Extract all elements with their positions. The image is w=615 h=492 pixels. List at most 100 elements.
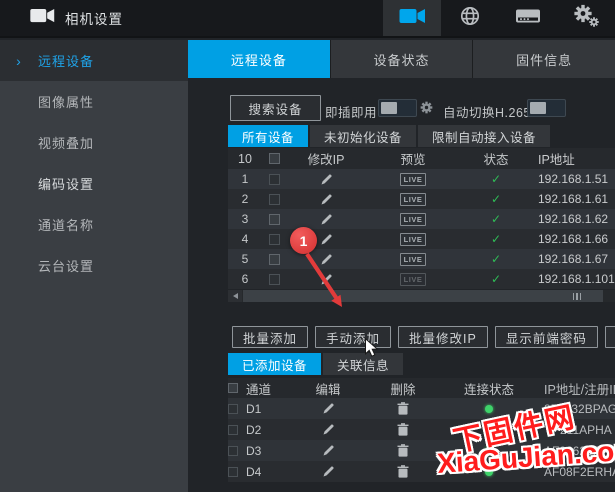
delete-trash-icon[interactable] (364, 402, 442, 415)
search-device-button[interactable]: 搜索设备 (230, 95, 321, 121)
titlebar-nav (383, 0, 615, 36)
step-annotation-badge: 1 (290, 227, 317, 254)
select-all-checkbox[interactable] (268, 153, 280, 164)
sidebar-item-ptz-settings[interactable]: 云台设置 (0, 245, 188, 286)
edit-icon[interactable] (292, 402, 364, 415)
network-globe-icon (458, 4, 482, 33)
table-header: 10 修改IP 预览 状态 IP地址 (228, 148, 615, 169)
device-list-tabs: 所有设备 未初始化设备 限制自动接入设备 (228, 125, 552, 147)
nav-storage-button[interactable] (499, 0, 557, 36)
col-modify-ip: 修改IP (307, 153, 345, 167)
col-status: 状态 (483, 153, 509, 167)
delete-trash-icon[interactable] (364, 465, 442, 478)
edit-icon[interactable] (292, 423, 364, 436)
edit-ip-icon[interactable] (286, 273, 366, 286)
batch-add-button[interactable]: 批量添加 (232, 326, 309, 348)
edit-ip-icon[interactable] (286, 193, 366, 206)
tab-linked-info[interactable]: 关联信息 (323, 353, 404, 375)
horizontal-scrollbar[interactable] (228, 290, 615, 302)
status-check-icon: ✓ (490, 232, 502, 246)
live-preview-button[interactable]: LIVE (399, 192, 427, 206)
tab-device-status[interactable]: 设备状态 (330, 40, 474, 78)
device-count: 10 (238, 151, 252, 166)
plug-and-play-label: 即插即用 (325, 106, 378, 120)
tab-remote-device[interactable]: 远程设备 (188, 40, 331, 78)
sidebar-item-image-properties[interactable]: 图像属性 (0, 81, 188, 122)
nav-network-button[interactable] (441, 0, 499, 36)
select-all-checkbox[interactable] (228, 383, 238, 393)
live-preview-button[interactable]: LIVE (399, 232, 427, 246)
row-checkbox[interactable] (228, 403, 238, 414)
status-check-icon: ✓ (490, 272, 502, 286)
col-preview: 预览 (400, 153, 426, 167)
ip-address: 192.168.1.101 (538, 272, 615, 286)
tab-uninitialized-devices[interactable]: 未初始化设备 (310, 125, 417, 147)
camera-login-button[interactable]: 相机登录 (604, 326, 615, 348)
edit-icon[interactable] (292, 444, 364, 457)
ip-address: 192.168.1.61 (538, 192, 609, 206)
table-header: 通道 编辑 删除 连接状态 IP地址/注册ID (228, 378, 615, 398)
live-preview-button[interactable]: LIVE (399, 212, 427, 226)
live-preview-button[interactable]: LIVE (399, 252, 427, 266)
sidebar-item-channel-name[interactable]: 通道名称 (0, 204, 188, 245)
scrollbar-thumb[interactable] (243, 290, 603, 302)
online-status-dot (485, 404, 493, 413)
auto-h265-toggle[interactable] (527, 99, 566, 117)
online-status-dot (485, 425, 493, 434)
plug-and-play-toggle[interactable] (378, 99, 417, 117)
live-preview-button[interactable]: LIVE (399, 172, 427, 186)
register-id: 211APHA (560, 422, 612, 437)
live-preview-button[interactable]: LIVE (399, 272, 427, 286)
hard-drive-icon (515, 7, 541, 30)
manual-add-button[interactable]: 手动添加 (315, 326, 392, 348)
tab-all-devices[interactable]: 所有设备 (228, 125, 309, 147)
nav-camera-button[interactable] (383, 0, 441, 36)
chevron-right-icon: › (16, 52, 22, 69)
table-row: 6 LIVE ✓ 192.168.1.101 (228, 269, 615, 289)
delete-trash-icon[interactable] (364, 423, 442, 436)
row-checkbox[interactable] (268, 173, 280, 185)
gear-icon[interactable] (420, 101, 433, 119)
row-checkbox[interactable] (268, 273, 280, 285)
camera-icon (399, 8, 426, 29)
sidebar-item-label: 图像属性 (38, 95, 95, 110)
tab-restrict-auto-access[interactable]: 限制自动接入设备 (418, 125, 551, 147)
action-button-row: 批量添加 手动添加 批量修改IP 显示前端密码 相机登录 (232, 326, 615, 348)
col-ip: IP地址 (538, 153, 575, 167)
row-checkbox[interactable] (228, 424, 238, 435)
sidebar-item-label: 编码设置 (38, 177, 95, 192)
table-row: 5 LIVE ✓ 192.168.1.67 (228, 249, 615, 269)
tab-added-devices[interactable]: 已添加设备 (228, 353, 322, 375)
sidebar-item-encode-settings[interactable]: 编码设置 (0, 163, 188, 204)
page-title: 相机设置 (65, 12, 123, 27)
nav-system-button[interactable] (557, 0, 615, 36)
row-checkbox[interactable] (268, 193, 280, 205)
sidebar-item-remote-device[interactable]: › 远程设备 (0, 40, 188, 81)
table-row: 2 LIVE ✓ 192.168.1.61 (228, 189, 615, 209)
row-checkbox[interactable] (268, 253, 280, 265)
channel: D1 (246, 401, 262, 416)
sidebar-item-label: 视频叠加 (38, 136, 95, 151)
edit-icon[interactable] (292, 465, 364, 478)
show-frontend-password-button[interactable]: 显示前端密码 (494, 326, 598, 348)
register-id: AF06620RAG (544, 443, 615, 458)
scroll-left-button[interactable] (228, 290, 242, 302)
status-check-icon: ✓ (490, 172, 502, 186)
row-checkbox[interactable] (228, 466, 238, 477)
sidebar-item-video-overlay[interactable]: 视频叠加 (0, 122, 188, 163)
row-checkbox[interactable] (268, 233, 280, 245)
status-check-icon: ✓ (490, 212, 502, 226)
batch-modify-ip-button[interactable]: 批量修改IP (398, 326, 488, 348)
edit-ip-icon[interactable] (286, 173, 366, 186)
ip-address: 192.168.1.62 (538, 212, 609, 226)
row-checkbox[interactable] (228, 445, 238, 456)
tab-firmware-info[interactable]: 固件信息 (473, 40, 615, 78)
edit-ip-icon[interactable] (286, 213, 366, 226)
row-checkbox[interactable] (268, 213, 280, 225)
delete-trash-icon[interactable] (364, 444, 442, 457)
edit-ip-icon[interactable] (286, 253, 366, 266)
titlebar: 相机设置 (0, 0, 615, 38)
table-row: 3 LIVE ✓ 192.168.1.62 (228, 209, 615, 229)
row-number: 1 (241, 172, 249, 186)
register-id: AF08F2ERHA (544, 464, 615, 479)
